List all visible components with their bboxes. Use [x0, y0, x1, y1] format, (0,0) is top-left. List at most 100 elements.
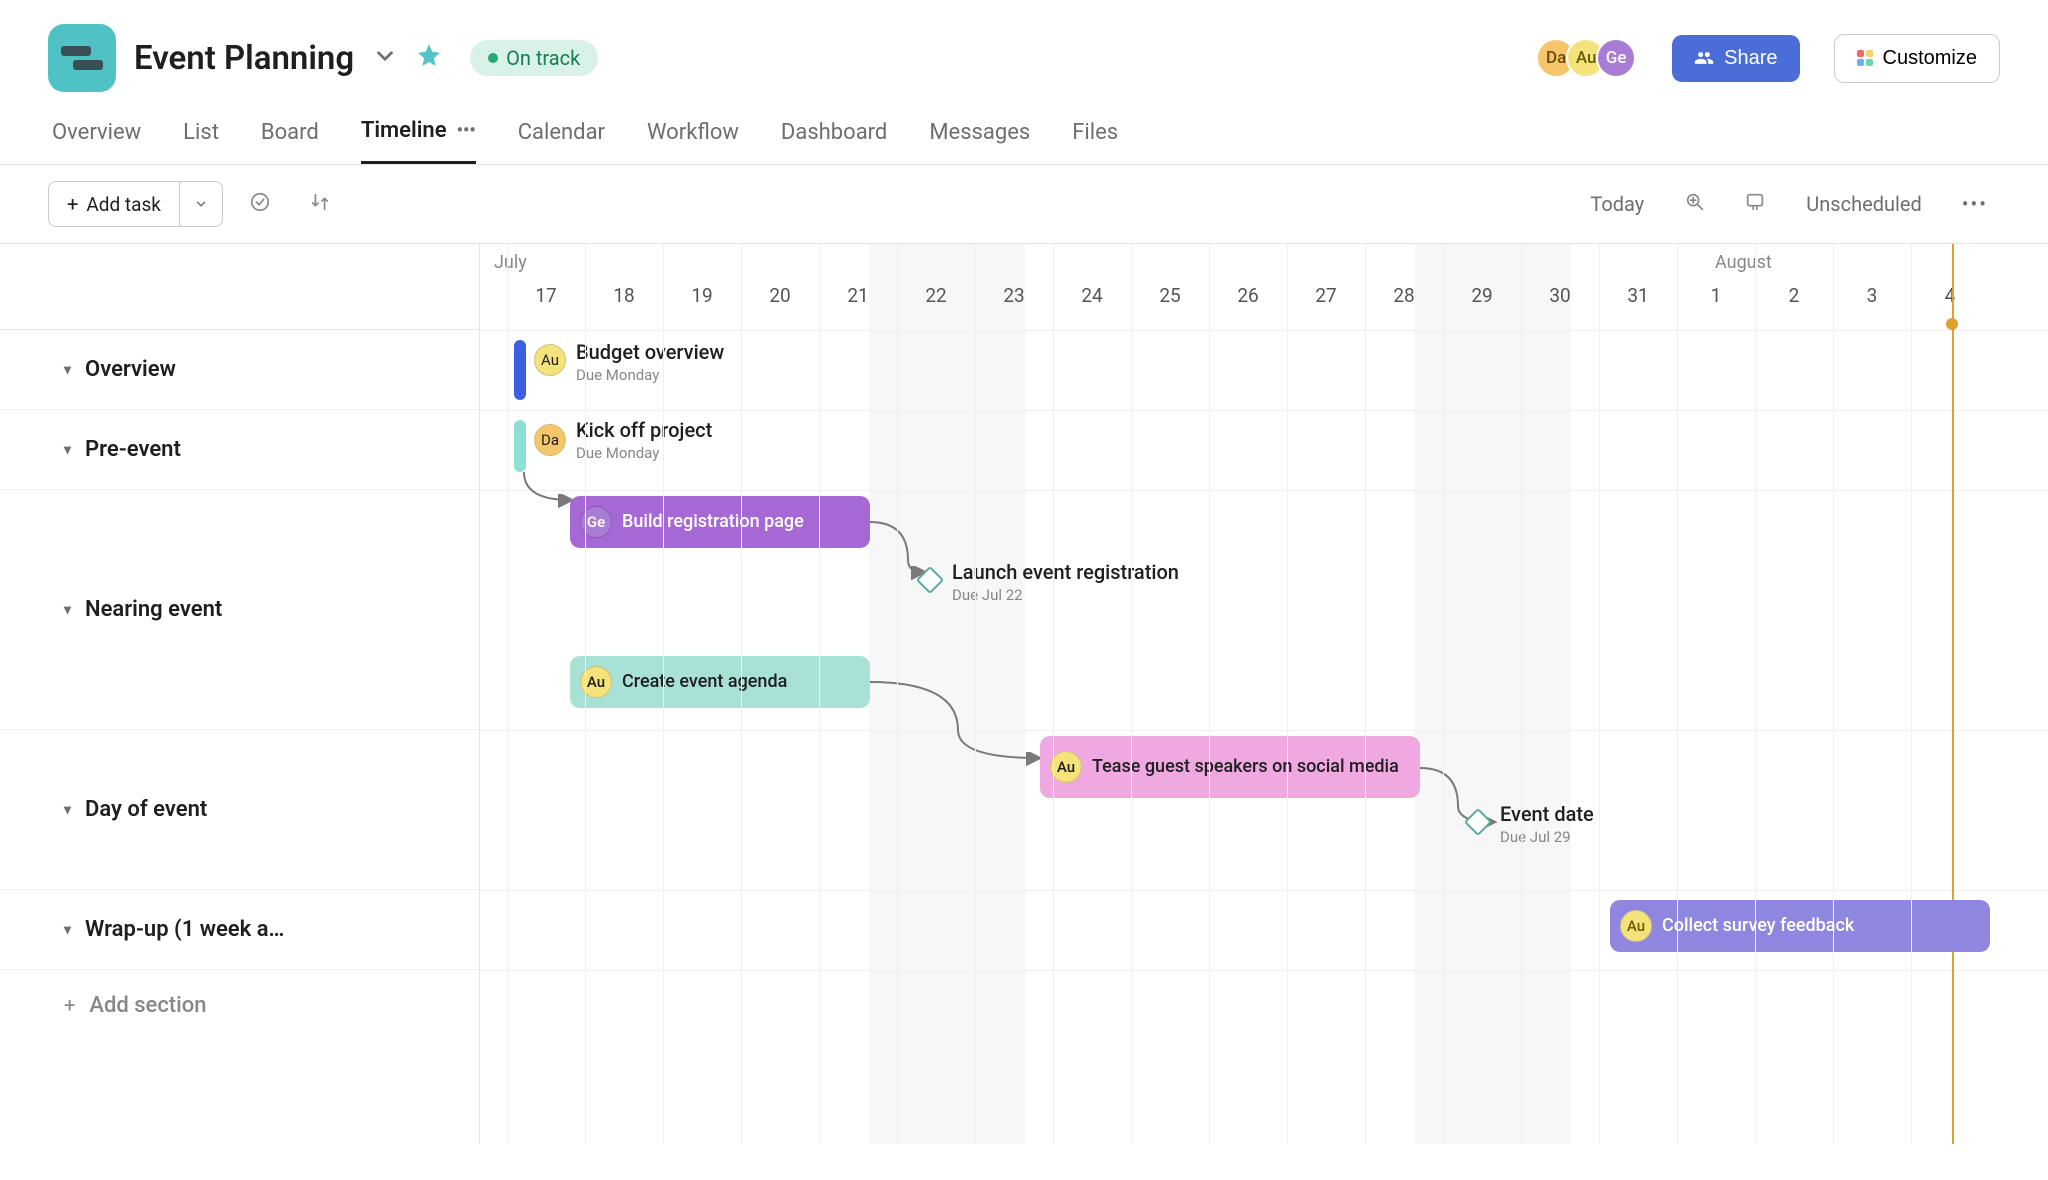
- task-title[interactable]: Event date: [1500, 802, 1594, 826]
- task-title: Create event agenda: [622, 672, 787, 693]
- task-bar-tease-speakers[interactable]: Au Tease guest speakers on social media: [1040, 736, 1420, 798]
- color-icon[interactable]: [1732, 183, 1778, 226]
- project-icon[interactable]: [48, 24, 116, 92]
- caret-down-icon: ▾: [64, 922, 71, 938]
- section-label: Day of event: [85, 797, 207, 822]
- status-badge[interactable]: On track: [470, 40, 598, 76]
- task-due: Due Monday: [576, 444, 659, 462]
- caret-down-icon: ▾: [64, 442, 71, 458]
- task-title[interactable]: Kick off project: [576, 418, 712, 442]
- sort-icon[interactable]: [297, 183, 343, 226]
- customize-label: Customize: [1883, 47, 1977, 70]
- plus-icon: +: [67, 192, 78, 216]
- avatar[interactable]: Ge: [1596, 38, 1636, 78]
- add-task-dropdown[interactable]: [180, 182, 222, 226]
- day-column-header: 18: [585, 284, 663, 307]
- section-label: Nearing event: [85, 597, 222, 622]
- avatar: Au: [1050, 751, 1082, 783]
- tab-workflow[interactable]: Workflow: [647, 118, 739, 164]
- task-bar-budget-pill[interactable]: [514, 340, 526, 400]
- day-column-header: 22: [897, 284, 975, 307]
- month-label: July: [494, 252, 527, 273]
- zoom-icon[interactable]: [1672, 183, 1718, 226]
- day-column-header: 29: [1443, 284, 1521, 307]
- day-column-header: 25: [1131, 284, 1209, 307]
- tab-overview[interactable]: Overview: [52, 118, 141, 164]
- chevron-down-icon: [194, 197, 208, 211]
- add-task-label: Add task: [86, 193, 161, 216]
- section-label: Wrap-up (1 week a…: [85, 917, 284, 942]
- task-bar-create-agenda[interactable]: Au Create event agenda: [570, 656, 870, 708]
- day-column-header: 27: [1287, 284, 1365, 307]
- caret-down-icon: ▾: [64, 602, 71, 618]
- day-column-header: 19: [663, 284, 741, 307]
- task-title: Collect survey feedback: [1662, 916, 1854, 937]
- task-title: Build registration page: [622, 512, 804, 533]
- project-title: Event Planning: [134, 39, 354, 78]
- timeline-chart[interactable]: JulyAugust 17181920212223242526272829303…: [480, 244, 2048, 1144]
- timeline-sidebar: ▾Overview▾Pre-event▾Nearing event▾Day of…: [0, 244, 480, 1144]
- chevron-down-icon[interactable]: [372, 43, 398, 73]
- day-column-header: 2: [1755, 284, 1833, 307]
- task-title[interactable]: Budget overview: [576, 340, 724, 364]
- task-bar-build-registration[interactable]: Ge Build registration page: [570, 496, 870, 548]
- day-column-header: 21: [819, 284, 897, 307]
- dependency-arrow-icon: [868, 680, 1048, 770]
- day-column-header: 4: [1911, 284, 1989, 307]
- today-dot-icon: [1946, 318, 1958, 330]
- day-column-header: 31: [1599, 284, 1677, 307]
- task-bar-collect-survey[interactable]: Au Collect survey feedback: [1610, 900, 1990, 952]
- task-due: Due Jul 29: [1500, 828, 1571, 846]
- today-indicator: [1952, 244, 1954, 1144]
- tab-files[interactable]: Files: [1072, 118, 1118, 164]
- tab-messages[interactable]: Messages: [929, 118, 1030, 164]
- day-column-header: 30: [1521, 284, 1599, 307]
- section-label: Pre-event: [85, 437, 181, 462]
- section-wrap-up-week-a-[interactable]: ▾ Wrap-up (1 week a…: [0, 890, 479, 970]
- caret-down-icon: ▾: [64, 802, 71, 818]
- tab-timeline[interactable]: Timeline•••: [361, 118, 476, 164]
- today-button[interactable]: Today: [1576, 184, 1658, 224]
- section-overview[interactable]: ▾Overview: [0, 330, 479, 410]
- tab-more-icon[interactable]: •••: [457, 120, 476, 141]
- unscheduled-button[interactable]: Unscheduled: [1792, 184, 1935, 224]
- section-nearing-event[interactable]: ▾ Nearing event: [0, 490, 479, 730]
- task-due: Due Jul 22: [952, 586, 1023, 604]
- avatar: Au: [1620, 910, 1652, 942]
- section-pre-event[interactable]: ▾ Pre-event: [0, 410, 479, 490]
- share-button[interactable]: Share: [1672, 35, 1799, 82]
- tab-list[interactable]: List: [183, 118, 219, 164]
- add-task-button[interactable]: + Add task: [49, 182, 180, 226]
- check-circle-icon[interactable]: [237, 183, 283, 226]
- tab-board[interactable]: Board: [261, 118, 319, 164]
- task-title[interactable]: Launch event registration: [952, 560, 1179, 584]
- task-title: Tease guest speakers on social media: [1092, 757, 1399, 778]
- avatar: Au: [534, 344, 566, 376]
- month-label: August: [1715, 252, 1772, 273]
- customize-icon: [1857, 50, 1873, 66]
- add-section-button[interactable]: + Add section: [0, 970, 479, 1040]
- day-column-header: 3: [1833, 284, 1911, 307]
- plus-icon: +: [64, 993, 75, 1017]
- dependency-arrow-icon: [1418, 766, 1508, 836]
- section-day-of-event[interactable]: ▾ Day of event: [0, 730, 479, 890]
- status-label: On track: [506, 46, 580, 70]
- day-column-header: 20: [741, 284, 819, 307]
- day-column-header: 23: [975, 284, 1053, 307]
- tab-calendar[interactable]: Calendar: [518, 118, 605, 164]
- day-column-header: 28: [1365, 284, 1443, 307]
- share-label: Share: [1724, 47, 1777, 70]
- tabs-bar: Overview List Board Timeline••• Calendar Work…: [0, 102, 2048, 165]
- avatar-group[interactable]: DaAuGe: [1546, 38, 1636, 78]
- more-icon[interactable]: •••: [1950, 184, 2000, 224]
- people-icon: [1694, 48, 1714, 68]
- star-icon[interactable]: [416, 42, 442, 75]
- day-column-header: 17: [507, 284, 585, 307]
- status-dot-icon: [488, 53, 498, 63]
- add-section-label: Add section: [89, 993, 206, 1018]
- tab-dashboard[interactable]: Dashboard: [781, 118, 887, 164]
- add-task-button-group: + Add task: [48, 181, 223, 227]
- customize-button[interactable]: Customize: [1834, 34, 2000, 83]
- section-label: Overview: [85, 357, 176, 382]
- task-due: Due Monday: [576, 366, 659, 384]
